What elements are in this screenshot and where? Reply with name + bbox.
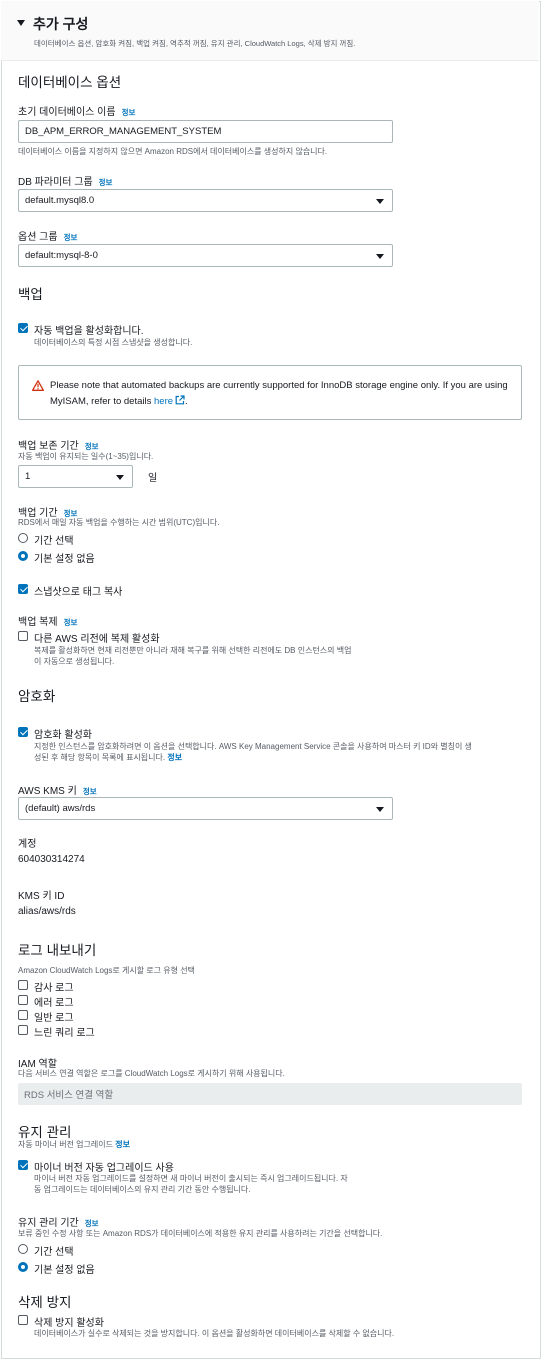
backup-window-radio-select[interactable]: [18, 533, 28, 543]
maintenance-window-option-none[interactable]: 기본 설정 없음: [34, 1261, 95, 1276]
auto-upgrade-desc-2: 동 업그레이드는 데이터베이스의 유지 관리 기간 동안 수행됩니다.: [34, 1185, 251, 1194]
deletion-protection-desc: 데이터베이스가 실수로 삭제되는 것을 방지합니다. 이 옵션을 활성화하면 데…: [34, 1329, 395, 1338]
error-log-checkbox[interactable]: [18, 995, 28, 1005]
deletion-protection-title: 삭제 방지: [18, 1295, 72, 1310]
encryption-desc-1: 지정한 인스턴스를 암호화하려면 이 옵션을 선택합니다. AWS Key Ma…: [34, 742, 472, 751]
backup-replication-label: 백업 복제 정보: [18, 617, 78, 628]
auto-upgrade-title: 자동 마이너 버전 업그레이드 정보: [18, 1140, 130, 1149]
replication-checkbox[interactable]: [18, 631, 28, 641]
section-subtitle: 데이터베이스 옵션, 암호화 켜짐, 백업 켜짐, 역추적 꺼짐, 유지 관리,…: [34, 39, 356, 48]
retention-desc: 자동 백업이 유지되는 일수(1~35)입니다.: [18, 452, 154, 461]
general-log-label[interactable]: 일반 로그: [34, 1009, 74, 1024]
maintenance-window-desc: 보류 중인 수정 사항 또는 Amazon RDS가 데이터베이스에 적용한 유…: [18, 1229, 383, 1238]
details-link[interactable]: here: [154, 395, 185, 407]
copy-tags-label[interactable]: 스냅샷으로 태그 복사: [34, 583, 122, 598]
dropdown-arrow-icon: [376, 806, 384, 812]
auto-upgrade-label[interactable]: 마이너 버전 자동 업그레이드 사용: [34, 1159, 174, 1174]
encryption-desc-2: 성된 후 해당 항목이 목록에 표시됩니다. 정보: [34, 753, 183, 762]
deletion-protection-label[interactable]: 삭제 방지 활성화: [34, 1314, 104, 1329]
replication-cb-label[interactable]: 다른 AWS 리전에 복제 활성화: [34, 630, 160, 645]
kms-key-select[interactable]: (default) aws/rds: [18, 797, 393, 820]
kms-key-id-value: alias/aws/rds: [18, 906, 76, 917]
maintenance-window-label: 유지 관리 기간 정보: [18, 1218, 99, 1229]
dropdown-arrow-icon: [376, 198, 384, 204]
copy-tags-checkbox[interactable]: [18, 584, 28, 594]
innodb-alert: Please note that automated backups are c…: [18, 365, 522, 420]
encryption-title: 암호화: [18, 689, 56, 704]
info-link[interactable]: 정보: [122, 108, 136, 117]
iam-role-field: RDS 서비스 연결 역할: [18, 1083, 522, 1105]
external-link-icon: [175, 395, 185, 405]
info-link[interactable]: 정보: [85, 442, 99, 451]
auto-backup-checkbox[interactable]: [18, 323, 28, 333]
backup-window-desc: RDS에서 매일 자동 백업을 수행하는 시간 범위(UTC)입니다.: [18, 518, 220, 527]
slow-query-log-label[interactable]: 느린 쿼리 로그: [34, 1024, 95, 1039]
kms-key-label: AWS KMS 키 정보: [18, 786, 97, 797]
initial-db-name-help: 데이터베이스 이름을 지정하지 않으면 Amazon RDS에서 데이터베이스를…: [18, 147, 328, 156]
account-label: 계정: [18, 839, 37, 850]
iam-role-desc: 다음 서비스 연결 역할은 로그를 CloudWatch Logs로 게시하기 …: [18, 1069, 285, 1078]
info-link[interactable]: 정보: [64, 618, 78, 627]
replication-desc-1: 복제를 활성화하면 현재 리전뿐만 아니라 재해 복구를 위해 선택한 리전에도…: [34, 646, 352, 655]
info-link[interactable]: 정보: [167, 753, 182, 762]
maintenance-title: 유지 관리: [18, 1125, 72, 1140]
dropdown-arrow-icon: [116, 474, 124, 480]
auto-upgrade-checkbox[interactable]: [18, 1160, 28, 1170]
general-log-checkbox[interactable]: [18, 1010, 28, 1020]
maintenance-window-radio-none[interactable]: [18, 1262, 28, 1272]
audit-log-label[interactable]: 감사 로그: [34, 979, 74, 994]
maintenance-window-option-select[interactable]: 기간 선택: [34, 1243, 74, 1258]
account-value: 604030314274: [18, 854, 85, 865]
replication-desc-2: 이 자동으로 생성됩니다.: [34, 657, 115, 666]
option-group-label: 옵션 그룹 정보: [18, 232, 78, 243]
backup-title: 백업: [18, 287, 43, 302]
option-group-select[interactable]: default:mysql-8-0: [18, 244, 393, 267]
slow-query-log-checkbox[interactable]: [18, 1025, 28, 1035]
initial-db-name-input[interactable]: DB_APM_ERROR_MANAGEMENT_SYSTEM: [18, 120, 393, 143]
alert-message: Please note that automated backups are c…: [50, 380, 508, 407]
auto-backup-desc: 데이터베이스의 특정 시점 스냅샷을 생성합니다.: [34, 338, 193, 347]
caret-down-icon[interactable]: [17, 20, 25, 26]
error-log-label[interactable]: 에러 로그: [34, 994, 74, 1009]
auto-backup-label[interactable]: 자동 백업을 활성화합니다.: [34, 322, 144, 337]
param-group-select[interactable]: default.mysql8.0: [18, 189, 393, 212]
backup-window-option-select[interactable]: 기간 선택: [34, 532, 74, 547]
deletion-protection-checkbox[interactable]: [18, 1315, 28, 1325]
log-export-title: 로그 내보내기: [18, 943, 97, 958]
retention-unit: 일: [148, 473, 158, 484]
info-link[interactable]: 정보: [64, 233, 78, 242]
info-link[interactable]: 정보: [99, 178, 113, 187]
encryption-checkbox[interactable]: [18, 727, 28, 737]
section-title[interactable]: 추가 구성: [33, 14, 88, 34]
retention-label: 백업 보존 기간 정보: [18, 441, 99, 452]
backup-window-radio-none[interactable]: [18, 551, 28, 561]
db-options-title: 데이터베이스 옵션: [18, 75, 122, 90]
kms-key-id-label: KMS 키 ID: [18, 891, 65, 902]
log-export-desc: Amazon CloudWatch Logs로 게시할 로그 유형 선택: [18, 966, 195, 975]
encryption-label[interactable]: 암호화 활성화: [34, 726, 92, 741]
auto-upgrade-desc-1: 마이너 버전 자동 업그레이드를 설정하면 새 마이너 버전이 출시되는 즉시 …: [34, 1174, 348, 1183]
backup-window-option-none[interactable]: 기본 설정 없음: [34, 550, 95, 565]
maintenance-window-radio-select[interactable]: [18, 1244, 28, 1254]
dropdown-arrow-icon: [376, 253, 384, 259]
warning-icon: [32, 380, 44, 391]
audit-log-checkbox[interactable]: [18, 980, 28, 990]
info-link[interactable]: 정보: [115, 1140, 130, 1149]
info-link[interactable]: 정보: [83, 787, 97, 796]
info-link[interactable]: 정보: [85, 1219, 99, 1228]
retention-select[interactable]: 1: [18, 465, 133, 488]
param-group-label: DB 파라미터 그룹 정보: [18, 177, 113, 188]
initial-db-name-label: 초기 데이터베이스 이름 정보: [18, 107, 136, 118]
